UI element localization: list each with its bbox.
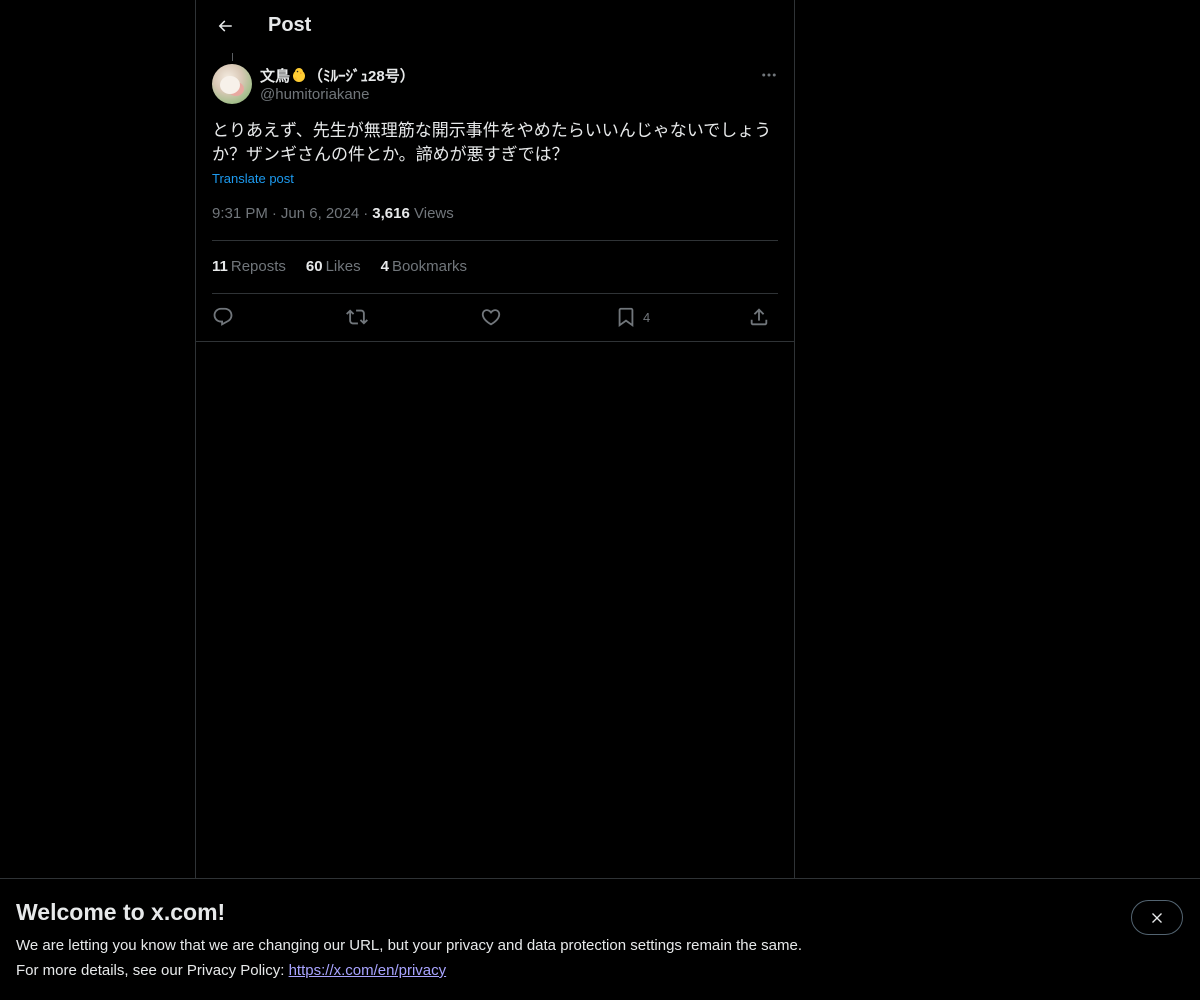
views-count: 3,616	[372, 205, 410, 222]
bookmarks-count: 4	[380, 258, 389, 275]
divider	[196, 341, 794, 342]
reposts-label: Reposts	[230, 258, 286, 275]
likes-stat[interactable]: 60 Likes	[306, 258, 361, 275]
author-name-suffix: （ﾐﾙｰｼﾞｭ28号）	[308, 68, 415, 85]
bookmarks-label: Bookmarks	[391, 258, 467, 275]
back-button[interactable]	[208, 9, 242, 43]
repost-button[interactable]	[346, 305, 368, 329]
views-label: Views	[414, 205, 454, 222]
author-display-name[interactable]: 文鳥 （ﾐﾙｰｼﾞｭ28号）	[260, 65, 415, 86]
banner-title: Welcome to x.com!	[16, 899, 226, 925]
more-options-button[interactable]	[754, 63, 784, 87]
bookmark-icon	[618, 307, 634, 328]
repost-icon	[346, 309, 368, 325]
post-meta: 9:31 PM · Jun 6, 2024 · 3,616 Views	[212, 205, 454, 222]
author-name-text: 文鳥	[260, 68, 291, 85]
action-bar: 4	[212, 305, 778, 329]
thread-connector	[232, 53, 233, 61]
likes-label: Likes	[325, 258, 361, 275]
arrow-left-icon	[218, 20, 232, 32]
translate-post-link[interactable]: Translate post	[212, 171, 294, 186]
like-button[interactable]	[480, 305, 502, 329]
divider	[212, 293, 778, 294]
author-handle[interactable]: @humitoriakane	[260, 86, 369, 103]
reply-icon	[213, 307, 233, 326]
meta-separator: ·	[363, 205, 369, 222]
post-stats: 11 Reposts 60 Likes 4 Bookmarks	[212, 258, 467, 275]
welcome-banner: Welcome to x.com! We are letting you kno…	[0, 878, 1200, 1000]
banner-details-text: For more details, see our Privacy Policy…	[16, 962, 289, 979]
bookmark-button[interactable]: 4	[615, 305, 650, 329]
meta-separator: ·	[271, 205, 277, 222]
chick-emoji-icon	[293, 68, 306, 82]
close-icon	[1152, 912, 1162, 923]
post-text: とりあえず、先生が無理筋な開示事件をやめたらいいんじゃないでしょうか？ザンギさん…	[212, 121, 772, 164]
more-horizontal-icon	[762, 73, 776, 77]
likes-count: 60	[305, 258, 323, 275]
bookmark-count: 4	[643, 309, 651, 325]
post-time[interactable]: 9:31 PM	[212, 205, 268, 222]
reposts-stat[interactable]: 11 Reposts	[212, 258, 286, 275]
share-icon	[750, 308, 768, 326]
post-date[interactable]: Jun 6, 2024	[281, 205, 359, 222]
avatar[interactable]	[212, 64, 252, 104]
banner-message: We are letting you know that we are chan…	[16, 937, 802, 954]
main-column: Post 文鳥 （ﾐﾙｰｼﾞｭ28号） @humitoriakane とりあえず…	[195, 0, 795, 880]
close-banner-button[interactable]	[1131, 900, 1183, 935]
bookmarks-stat[interactable]: 4 Bookmarks	[381, 258, 467, 275]
reposts-count: 11	[212, 258, 228, 275]
reply-button[interactable]	[212, 305, 234, 329]
privacy-policy-link[interactable]: https://x.com/en/privacy	[289, 962, 447, 979]
header: Post	[196, 0, 794, 53]
heart-icon	[481, 309, 501, 326]
share-button[interactable]	[748, 305, 770, 329]
divider	[212, 240, 778, 241]
banner-details: For more details, see our Privacy Policy…	[16, 962, 446, 979]
page-title: Post	[268, 14, 312, 36]
